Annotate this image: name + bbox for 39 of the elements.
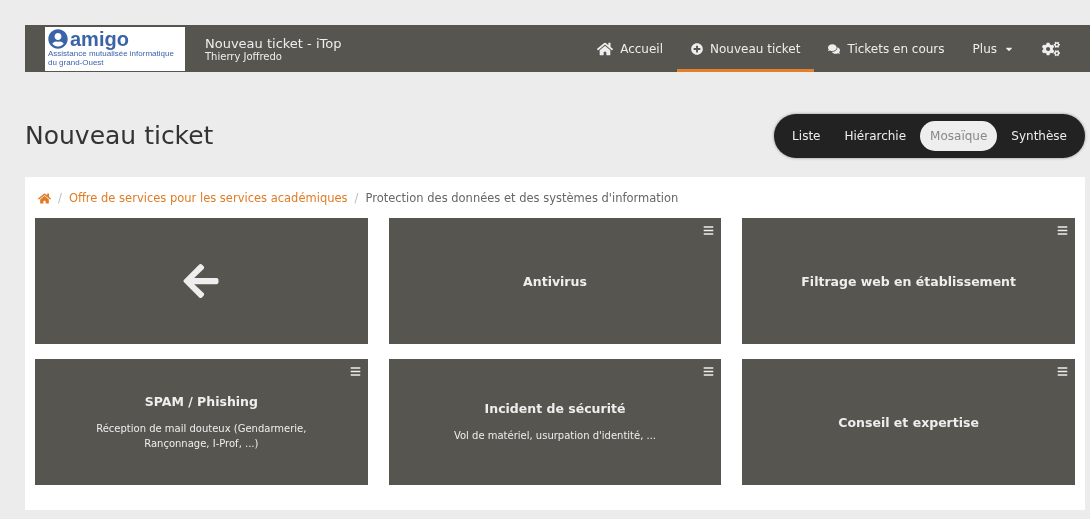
nav-link[interactable]: Accueil (583, 25, 677, 72)
menu-icon[interactable] (703, 225, 715, 236)
tile-title: Antivirus (523, 273, 587, 289)
menu-icon[interactable] (703, 366, 715, 377)
service-tile[interactable]: Antivirus (388, 218, 722, 344)
nav-link[interactable]: Nouveau ticket (677, 25, 815, 72)
tile-description: Réception de mail douteux (Gendarmerie, Rançonnage, I-Prof, ...) (95, 421, 308, 451)
nav-menu[interactable]: Plus (958, 25, 1028, 72)
tile-title: SPAM / Phishing (144, 393, 258, 409)
breadcrumb-separator: / (354, 191, 359, 205)
tile-title: Incident de sécurité (484, 401, 626, 416)
service-tile[interactable]: Filtrage web en établissement (742, 218, 1075, 344)
person-icon (48, 28, 68, 49)
home-icon (597, 40, 614, 57)
view-tab[interactable]: Synthèse (1001, 120, 1077, 151)
tile-title: Conseil et expertise (838, 414, 979, 430)
back-tile[interactable] (35, 218, 368, 344)
logo-name: amigo (70, 28, 129, 49)
menu-icon[interactable] (349, 366, 361, 377)
breadcrumb-current: Protection des données et des systèmes d'information (365, 191, 679, 205)
view-tab[interactable]: Hiérarchie (834, 120, 917, 151)
home-icon[interactable] (38, 191, 51, 205)
nav-link[interactable]: Tickets en cours (814, 25, 959, 72)
breadcrumb-separator: / (58, 191, 62, 205)
menu-icon[interactable] (1057, 225, 1068, 236)
page-title: Nouveau ticket (25, 121, 214, 150)
service-tile[interactable]: SPAM / Phishing Réception de mail douteux (Gendarmerie, Rançonnage, I-Prof, ...) (35, 359, 368, 485)
app-title: Nouveau ticket - iTop (205, 35, 342, 51)
service-tile[interactable]: Conseil et expertise (742, 359, 1075, 485)
tile-description: Vol de matériel, usurpation d'identité, ... (453, 429, 657, 443)
settings-icon (1042, 39, 1060, 58)
service-tile[interactable]: Incident de sécurité Vol de matériel, usurpation d'identité, ... (388, 359, 722, 485)
menu-icon[interactable] (1057, 366, 1068, 377)
arrow-left-icon (181, 261, 222, 301)
chat-icon (828, 42, 841, 55)
tile-title: Filtrage web en établissement (801, 273, 1016, 289)
user-name: Thierry Joffredo (205, 50, 283, 62)
logo[interactable]: amigo Assistance mutualisée informatique du grand-Ouest (45, 26, 185, 71)
view-tab[interactable]: Liste (782, 120, 831, 151)
